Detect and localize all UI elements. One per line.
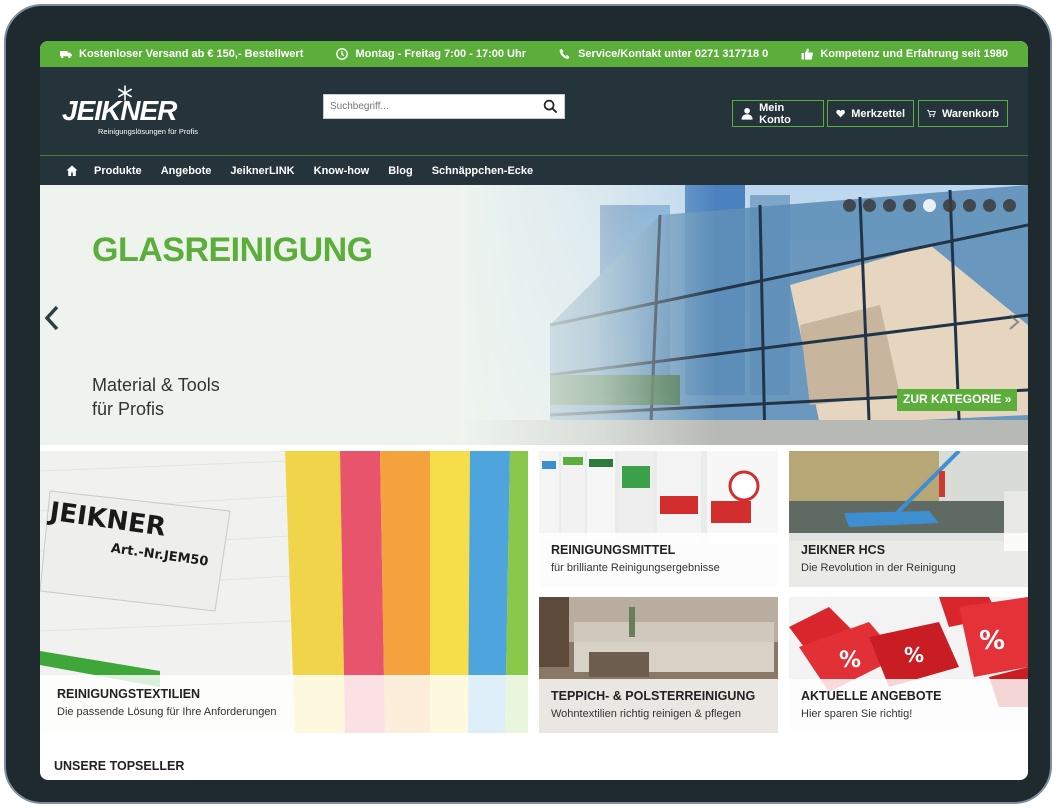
shipping-text: Kostenloser Versand ab € 150,- Bestellwe… (79, 48, 304, 60)
search-input[interactable] (324, 95, 534, 118)
slider-dot[interactable] (1003, 199, 1016, 212)
browser-viewport: Kostenloser Versand ab € 150,- Bestellwe… (40, 41, 1028, 780)
tile-caption: REINIGUNGSTEXTILIEN Die passende Lösung … (40, 675, 528, 733)
tile-caption: AKTUELLE ANGEBOTE Hier sparen Sie richti… (789, 679, 1028, 733)
account-button[interactable]: Mein Konto (732, 100, 824, 127)
tile-caption: TEPPICH- & POLSTERREINIGUNG Wohntextilie… (539, 679, 778, 733)
clock-icon (336, 48, 349, 60)
jeikner-logo[interactable]: JEIKNER Reinigungslösungen für Profis (62, 85, 202, 137)
experience-info: Kompetenz und Erfahrung seit 1980 (801, 48, 1008, 60)
wishlist-label: Merkzettel (851, 107, 905, 120)
search-icon[interactable] (543, 99, 558, 114)
site-header: JEIKNER Reinigungslösungen für Profis Me… (40, 67, 1028, 156)
tile-title: TEPPICH- & POLSTERREINIGUNG (551, 689, 756, 703)
hero-title: GLASREINIGUNG (92, 231, 373, 269)
thumbs-up-icon (801, 48, 814, 60)
service-info[interactable]: Service/Kontakt unter 0271 317718 0 (559, 48, 768, 60)
slider-dot-active[interactable] (923, 199, 936, 212)
slider-dot[interactable] (843, 199, 856, 212)
slider-prev-icon[interactable] (44, 305, 60, 331)
tablet-frame: Kostenloser Versand ab € 150,- Bestellwe… (4, 4, 1052, 804)
slider-next-icon[interactable] (1008, 313, 1020, 331)
tile-jeikner-hcs[interactable]: JEIKNER HCS Die Revolution in der Reinig… (789, 451, 1028, 587)
phone-icon (559, 48, 570, 59)
truck-icon (60, 51, 72, 59)
info-bar: Kostenloser Versand ab € 150,- Bestellwe… (40, 41, 1028, 67)
slider-dot[interactable] (903, 199, 916, 212)
hero-subtitle: Material & Tools für Profis (92, 373, 220, 421)
wishlist-button[interactable]: Merkzettel (827, 100, 914, 127)
nav-item-angebote[interactable]: Angebote (161, 165, 212, 177)
nav-item-blog[interactable]: Blog (388, 165, 412, 177)
tile-title: REINIGUNGSMITTEL (551, 543, 676, 557)
nav-item-jeiknerlink[interactable]: JeiknerLINK (230, 165, 294, 177)
cart-label: Warenkorb (941, 107, 999, 120)
slider-dot[interactable] (983, 199, 996, 212)
tile-caption: REINIGUNGSMITTEL für brilliante Reinigun… (539, 533, 778, 587)
slider-dot[interactable] (863, 199, 876, 212)
zur-kategorie-button[interactable]: ZUR KATEGORIE » (897, 389, 1018, 411)
hero-subtitle-line1: Material & Tools (92, 375, 220, 395)
nav-item-schnaeppchen-ecke[interactable]: Schnäppchen-Ecke (432, 165, 533, 177)
hero-subtitle-line2: für Profis (92, 399, 165, 419)
nav-item-produkte[interactable]: Produkte (94, 165, 142, 177)
cart-icon (927, 109, 936, 118)
main-navigation: Produkte Angebote JeiknerLINK Know-how B… (40, 156, 1028, 185)
user-icon (741, 107, 753, 120)
percent-symbol: % (839, 648, 861, 673)
percent-symbol: % (979, 626, 1005, 656)
tile-description: Hier sparen Sie richtig! (801, 708, 913, 720)
tile-reinigungsmittel[interactable]: REINIGUNGSMITTEL für brilliante Reinigun… (539, 451, 778, 587)
logo-tagline: Reinigungslösungen für Profis (98, 127, 199, 136)
slider-dot[interactable] (963, 199, 976, 212)
tile-reinigungstextilien[interactable]: JEIKNER Art.-Nr.JEM50 REINIGUNGSTEXTILIE… (40, 451, 528, 733)
tile-title: JEIKNER HCS (801, 543, 886, 557)
tile-caption: JEIKNER HCS Die Revolution in der Reinig… (789, 533, 1028, 587)
account-label: Mein Konto (759, 101, 791, 126)
tile-teppich-polsterreinigung[interactable]: TEPPICH- & POLSTERREINIGUNG Wohntextilie… (539, 597, 778, 733)
tile-description: für brilliante Reinigungsergebnisse (551, 562, 720, 574)
tile-aktuelle-angebote[interactable]: % % % AKTUELLE ANGEBOTE Hier sparen Sie … (789, 597, 1028, 733)
tile-title: AKTUELLE ANGEBOTE (801, 689, 942, 703)
slider-dot[interactable] (883, 199, 896, 212)
logo-wordmark: JEIKNER (62, 95, 177, 126)
service-text: Service/Kontakt unter 0271 317718 0 (578, 48, 769, 60)
tile-description: Die Revolution in der Reinigung (801, 562, 956, 574)
cart-button[interactable]: Warenkorb (918, 100, 1008, 127)
hero-slider: GLASREINIGUNG Material & Tools für Profi… (40, 185, 1028, 445)
search-box (323, 94, 565, 119)
hours-info: Montag - Freitag 7:00 - 17:00 Uhr (336, 48, 526, 60)
hours-text: Montag - Freitag 7:00 - 17:00 Uhr (355, 48, 526, 60)
tile-description: Die passende Lösung für Ihre Anforderung… (57, 706, 277, 718)
percent-symbol: % (904, 643, 924, 667)
tile-description: Wohntextilien richtig reinigen & pflegen (551, 708, 741, 720)
home-icon[interactable] (66, 165, 78, 177)
heart-icon (836, 109, 845, 118)
nav-item-know-how[interactable]: Know-how (314, 165, 370, 177)
slider-dot[interactable] (943, 199, 956, 212)
slider-dots (843, 199, 1016, 212)
shipping-info: Kostenloser Versand ab € 150,- Bestellwe… (60, 48, 303, 60)
topseller-heading: UNSERE TOPSELLER (54, 759, 185, 773)
tile-title: REINIGUNGSTEXTILIEN (57, 687, 201, 701)
experience-text: Kompetenz und Erfahrung seit 1980 (820, 48, 1008, 60)
